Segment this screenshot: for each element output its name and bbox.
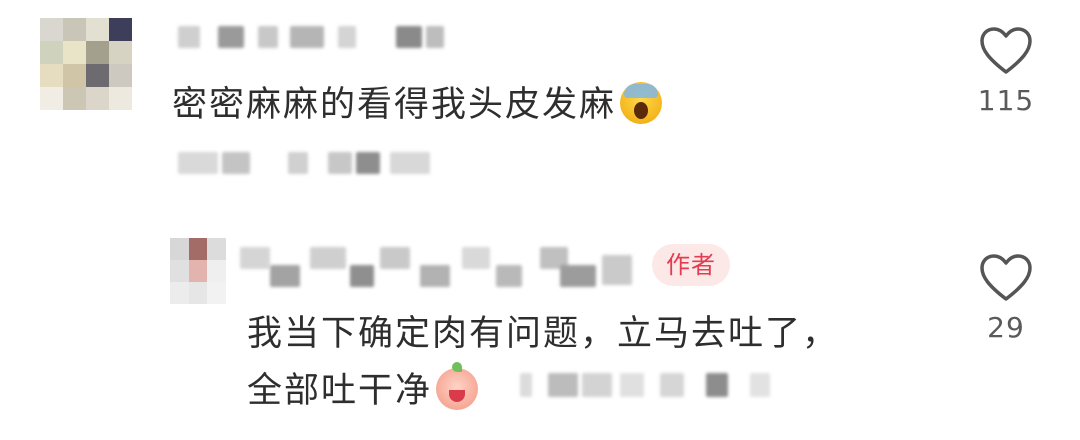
comment-meta-blurred	[520, 373, 780, 397]
comment-text: 全部吐干净	[247, 362, 479, 415]
like-button[interactable]: 29	[966, 253, 1046, 344]
like-count: 115	[977, 84, 1035, 117]
angry-peach-emoji-icon	[436, 362, 479, 410]
comment-text: 密密麻麻的看得我头皮发麻	[172, 82, 663, 129]
comment-item: 密密麻麻的看得我头皮发麻 115	[0, 0, 1080, 215]
avatar[interactable]	[170, 238, 226, 304]
screaming-face-emoji-icon	[620, 82, 663, 124]
comment-meta-blurred	[178, 152, 438, 174]
comment-text: 我当下确定肉有问题，立马去吐了，	[247, 312, 839, 358]
username-blurred[interactable]	[178, 26, 448, 48]
like-count: 29	[987, 311, 1025, 344]
author-badge: 作者	[652, 244, 730, 286]
comment-text-line1: 我当下确定肉有问题，立马去吐了，	[247, 314, 840, 354]
avatar[interactable]	[40, 18, 132, 110]
heart-outline-icon	[980, 27, 1032, 74]
heart-outline-icon	[980, 254, 1032, 301]
comment-text-line2: 全部吐干净	[247, 371, 433, 411]
comment-text-content: 密密麻麻的看得我头皮发麻	[172, 85, 617, 125]
like-button[interactable]: 115	[966, 26, 1046, 117]
username-blurred[interactable]	[240, 247, 640, 289]
comment-item: 作者 我当下确定肉有问题，立马去吐了， 全部吐干净 29	[0, 225, 1080, 440]
